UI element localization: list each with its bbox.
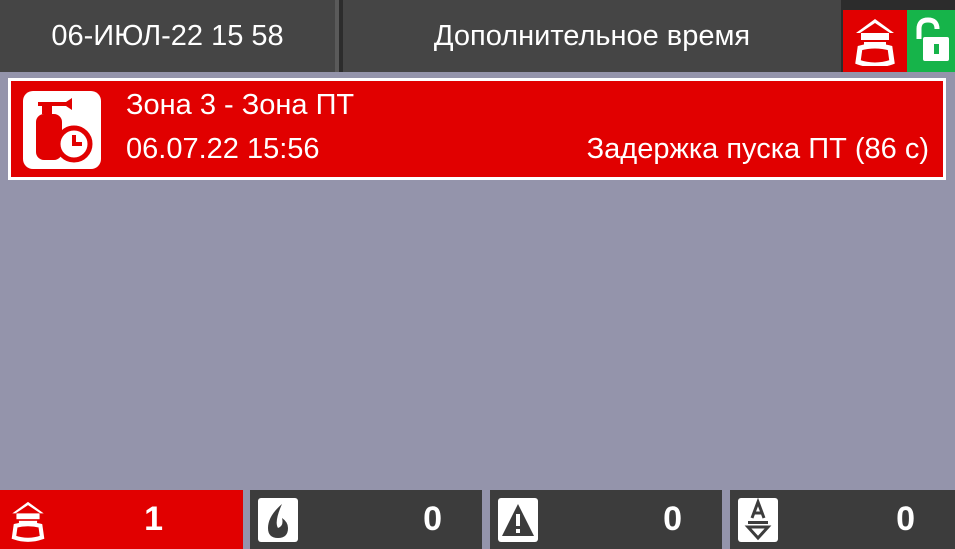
flame-count: 0 — [423, 500, 442, 538]
flame-counter-icon-box — [254, 496, 302, 544]
disabled-arrow-icon — [738, 498, 778, 542]
event-time: 06.07.22 15:56 — [126, 133, 320, 165]
warning-count: 0 — [663, 500, 682, 538]
event-status: Задержка пуска ПТ (86 с) — [586, 133, 929, 165]
fire-flame-icon — [258, 498, 298, 542]
event-card[interactable]: Зона 3 - Зона ПТ 06.07.22 15:56 Задержка… — [8, 78, 946, 180]
warning-triangle-icon — [498, 498, 538, 542]
datetime-display: 06-ИЮЛ-22 15 58 — [0, 0, 339, 72]
top-bar: 06-ИЮЛ-22 15 58 Дополнительное время — [0, 0, 955, 72]
fire-counter[interactable]: 1 — [0, 490, 243, 549]
warning-counter-icon-box — [494, 496, 542, 544]
fire-count: 1 — [144, 500, 163, 538]
disabled-count: 0 — [896, 500, 915, 538]
extinguisher-timer-icon — [36, 98, 93, 163]
fire-status-indicator[interactable] — [843, 10, 907, 72]
fire-alarm-icon — [855, 19, 895, 66]
fire-counter-icon-box — [4, 496, 52, 544]
event-zone: Зона 3 - Зона ПТ — [126, 89, 355, 121]
counter-bar: 1 0 0 0 — [0, 490, 955, 549]
warning-counter[interactable]: 0 — [490, 490, 722, 549]
event-type-badge — [23, 91, 101, 169]
lock-status-indicator[interactable] — [907, 10, 955, 72]
mode-title: Дополнительное время — [343, 0, 841, 72]
fire-alarm-icon — [11, 501, 45, 542]
disabled-counter-icon-box — [734, 496, 782, 544]
flame-counter[interactable]: 0 — [250, 490, 482, 549]
disabled-counter[interactable]: 0 — [730, 490, 955, 549]
unlocked-padlock-icon — [916, 17, 949, 61]
